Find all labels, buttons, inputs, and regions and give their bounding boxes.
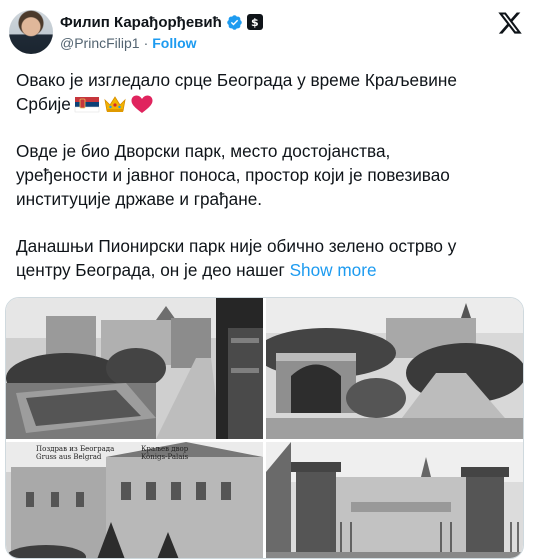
tweet-header: Филип Карађорђевић $ @PrincFilip1 · Foll…	[0, 0, 539, 62]
tweet-paragraph-3-text: Данашњи Пионирски парк није обично зелен…	[16, 236, 457, 280]
tweet-paragraph-2: Овде је био Дворски парк, место достојан…	[16, 141, 450, 209]
tweet-line-1: Овако је изгледало срце Београда у време…	[16, 70, 457, 90]
handle-row: @PrincFilip1 · Follow	[60, 35, 197, 51]
photo-4[interactable]	[266, 442, 523, 558]
tweet-line-2: Србије	[16, 92, 521, 116]
author-display-name[interactable]: Филип Карађорђевић	[60, 14, 222, 31]
serbian-flag-emoji	[74, 97, 100, 113]
author-name-row: Филип Карађорђевић $	[60, 12, 263, 32]
photo-2[interactable]	[266, 298, 523, 439]
author-handle[interactable]: @PrincFilip1	[60, 35, 140, 51]
tweet-text: Овако је изгледало срце Београда у време…	[16, 68, 521, 282]
photo-3[interactable]: Поздрав из Београда Gruss aus Belgrad Кр…	[6, 442, 263, 558]
photo-3-caption-left: Поздрав из Београда Gruss aus Belgrad	[36, 445, 115, 461]
photo-1[interactable]	[6, 298, 263, 439]
avatar[interactable]	[9, 10, 53, 54]
follow-button[interactable]: Follow	[152, 35, 196, 51]
show-more-link[interactable]: Show more	[290, 260, 377, 280]
media-grid: Поздрав из Београда Gruss aus Belgrad Кр…	[5, 297, 524, 559]
crown-emoji	[104, 96, 126, 112]
x-logo-icon[interactable]	[497, 10, 523, 36]
tweet-paragraph-3: Данашњи Пионирски парк није обично зелен…	[16, 234, 504, 282]
photo-3-caption-right: Краљев двор Königs-Palais	[141, 445, 189, 461]
verified-icon	[227, 14, 242, 30]
photo-4-image	[266, 442, 523, 558]
red-heart-emoji	[131, 95, 153, 113]
affiliate-badge: $	[246, 14, 263, 30]
tweet-line-2-text: Србије	[16, 94, 71, 114]
separator-dot: ·	[143, 35, 149, 51]
photo-2-image	[266, 298, 523, 439]
photo-1-image	[6, 298, 263, 439]
